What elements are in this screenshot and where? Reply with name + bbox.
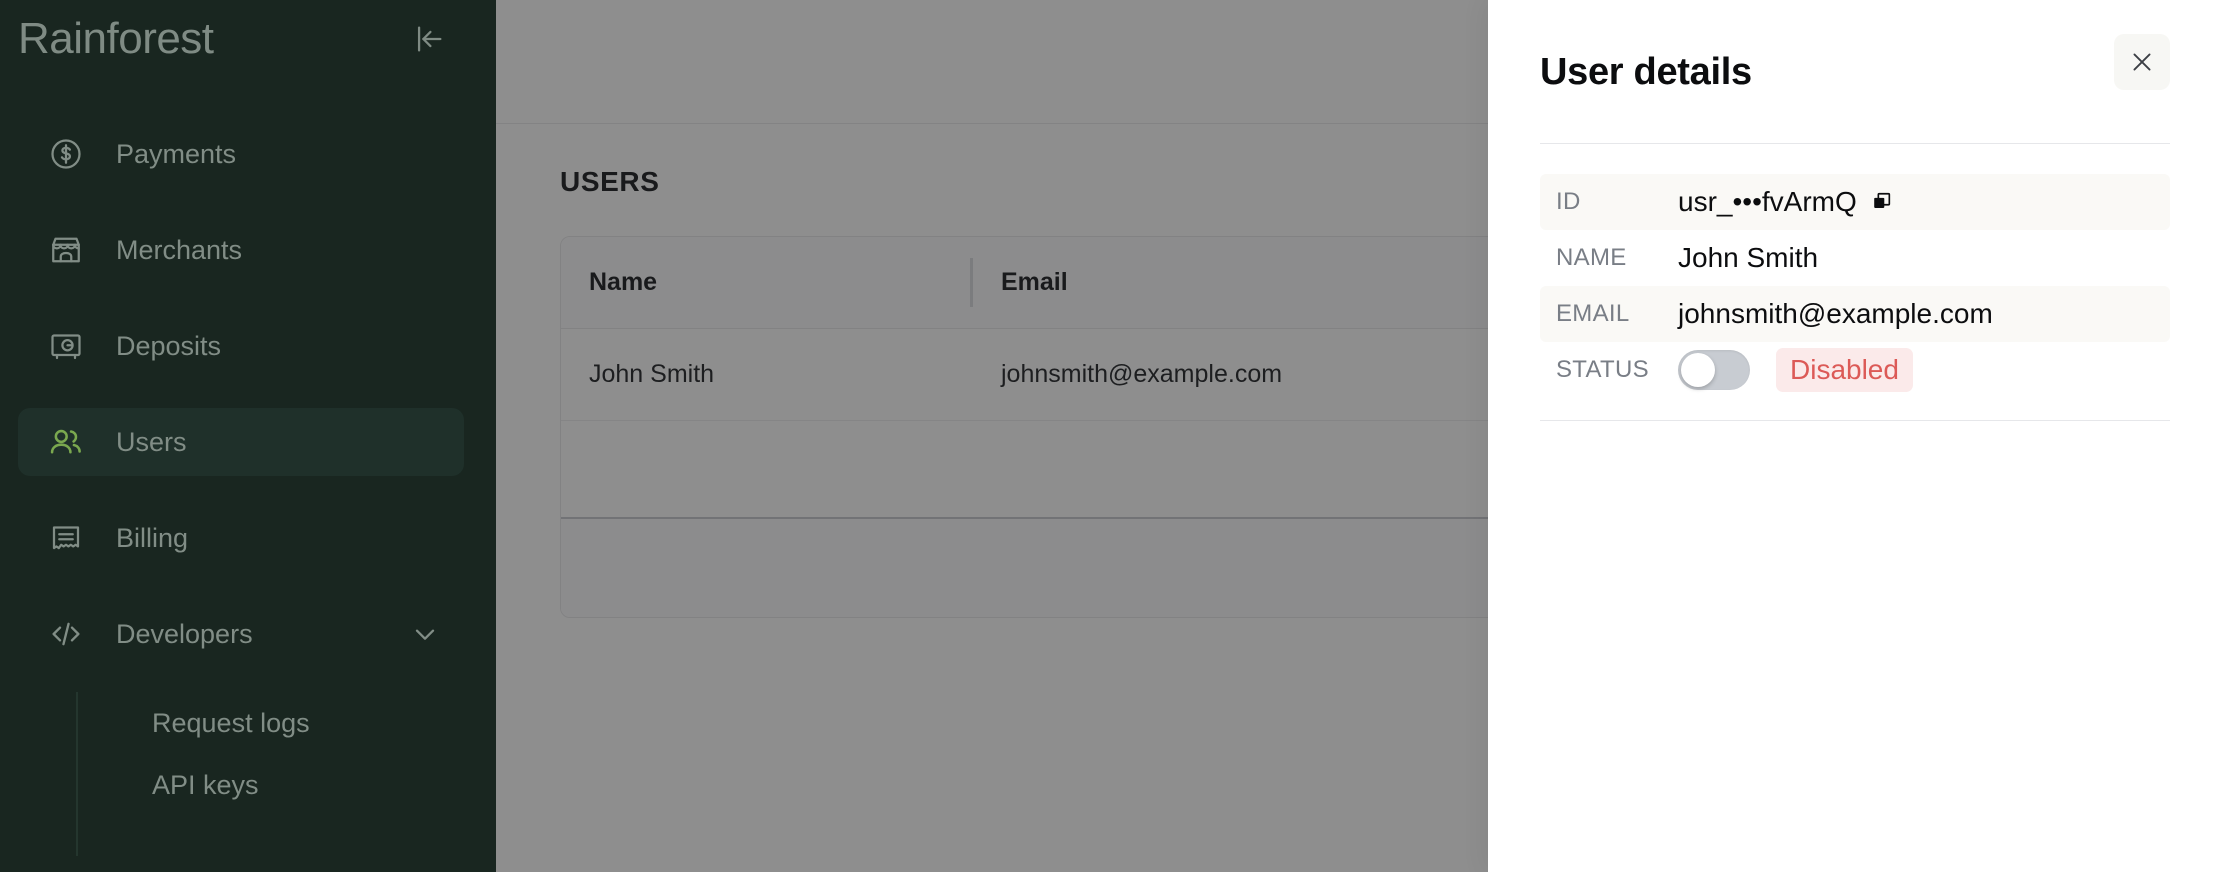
cell-name: John Smith bbox=[589, 360, 715, 388]
detail-key: STATUS bbox=[1556, 356, 1649, 383]
users-icon bbox=[44, 420, 88, 464]
chevron-down-icon[interactable] bbox=[408, 617, 442, 651]
sidebar-item-label: Billing bbox=[116, 522, 189, 553]
brand-title: Rainforest bbox=[18, 14, 214, 63]
sidebar-item-label: Users bbox=[116, 426, 187, 457]
sidebar-item-users[interactable]: Users bbox=[18, 408, 464, 476]
column-header-email[interactable]: Email bbox=[973, 270, 1473, 295]
receipt-icon bbox=[44, 516, 88, 560]
sidebar-item-api-keys[interactable]: API keys bbox=[76, 754, 496, 816]
close-icon bbox=[2133, 53, 2151, 71]
detail-key: EMAIL bbox=[1556, 300, 1630, 327]
code-brackets-icon bbox=[44, 612, 88, 656]
sidebar-item-billing[interactable]: Billing bbox=[18, 504, 464, 572]
sidebar: Rainforest Payments Merchants Deposits U… bbox=[0, 0, 496, 872]
sidebar-subitem-label: API keys bbox=[152, 769, 259, 800]
sidebar-item-merchants[interactable]: Merchants bbox=[18, 216, 464, 284]
collapse-left-icon bbox=[417, 26, 442, 52]
sidebar-item-payments[interactable]: Payments bbox=[18, 120, 464, 188]
detail-value-name: John Smith bbox=[1678, 242, 1819, 273]
sidebar-subitem-label: Request logs bbox=[152, 707, 310, 738]
storefront-icon bbox=[44, 228, 88, 272]
copy-icon[interactable] bbox=[1871, 191, 1893, 213]
detail-row-id: ID usr_•••fvArmQ bbox=[1540, 174, 2170, 230]
dollar-circle-icon bbox=[44, 132, 88, 176]
close-drawer-button[interactable] bbox=[2114, 34, 2170, 90]
brand-row: Rainforest bbox=[0, 0, 496, 78]
sidebar-item-label: Payments bbox=[116, 138, 237, 169]
cell-email: johnsmith@example.com bbox=[1001, 360, 1283, 388]
user-details-list: ID usr_•••fvArmQ NAME John Smith EMAIL j… bbox=[1540, 174, 2170, 421]
sidebar-item-label: Deposits bbox=[116, 330, 222, 361]
sidebar-item-label: Developers bbox=[116, 618, 253, 649]
detail-row-status: STATUS Disabled bbox=[1540, 342, 2170, 398]
detail-value-text: usr_•••fvArmQ bbox=[1678, 186, 1857, 217]
detail-value-id: usr_•••fvArmQ bbox=[1678, 188, 1893, 216]
collapse-sidebar-button[interactable] bbox=[404, 14, 454, 64]
drawer-title: User details bbox=[1540, 50, 1752, 93]
column-header-name[interactable]: Name bbox=[561, 258, 973, 307]
user-details-drawer: User details ID usr_•••fvArmQ NAME John … bbox=[1488, 0, 2222, 872]
drawer-header: User details bbox=[1540, 0, 2170, 144]
sidebar-item-deposits[interactable]: Deposits bbox=[18, 312, 464, 380]
status-badge: Disabled bbox=[1776, 348, 1913, 392]
app-root: Rainforest Payments Merchants Deposits U… bbox=[0, 0, 2222, 872]
safe-vault-icon bbox=[44, 324, 88, 368]
sidebar-subnav-developers: Request logs API keys bbox=[0, 692, 496, 856]
detail-key: NAME bbox=[1556, 244, 1627, 271]
detail-value-email: johnsmith@example.com bbox=[1678, 298, 1993, 329]
sidebar-item-developers[interactable]: Developers bbox=[18, 600, 464, 668]
detail-row-email: EMAIL johnsmith@example.com bbox=[1540, 286, 2170, 342]
detail-value-status: Disabled bbox=[1678, 348, 1913, 392]
sidebar-item-request-logs[interactable]: Request logs bbox=[76, 692, 496, 754]
toggle-knob bbox=[1681, 353, 1715, 387]
status-toggle-switch[interactable] bbox=[1678, 350, 1750, 390]
detail-row-name: NAME John Smith bbox=[1540, 230, 2170, 286]
sidebar-nav: Payments Merchants Deposits Users Billin… bbox=[0, 120, 496, 856]
detail-key: ID bbox=[1556, 188, 1581, 215]
sidebar-item-label: Merchants bbox=[116, 234, 243, 265]
